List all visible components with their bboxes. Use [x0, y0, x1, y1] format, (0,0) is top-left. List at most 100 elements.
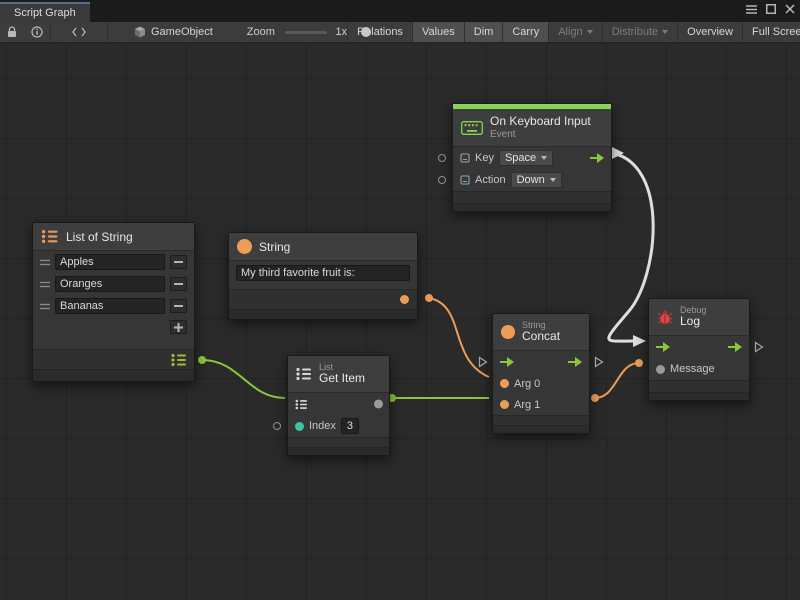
- remove-item-button[interactable]: [170, 277, 187, 291]
- node-title: Get Item: [319, 372, 365, 386]
- graph-canvas[interactable]: On Keyboard Input Event Key Space Action: [0, 43, 800, 600]
- gameobject-label: GameObject: [151, 26, 213, 38]
- keycap-icon: [460, 153, 470, 163]
- chevron-down-icon: [662, 30, 668, 34]
- node-get-item[interactable]: List Get Item Index: [287, 355, 390, 456]
- tab-script-graph[interactable]: Script Graph: [0, 2, 90, 22]
- flow-row: [493, 351, 589, 373]
- add-item-row: [33, 317, 194, 337]
- arg1-label: Arg 1: [514, 399, 540, 411]
- list-input-row: [288, 393, 389, 415]
- message-label: Message: [670, 363, 715, 375]
- arg0-label: Arg 0: [514, 378, 540, 390]
- key-input-port[interactable]: [438, 154, 446, 162]
- node-on-keyboard-input[interactable]: On Keyboard Input Event Key Space Action: [452, 103, 612, 212]
- node-string-literal[interactable]: String: [228, 232, 418, 320]
- list-icon: [296, 367, 312, 381]
- node-concat[interactable]: String Concat Arg 0 Arg 1: [492, 313, 590, 434]
- window-menu-icon[interactable]: [746, 5, 757, 14]
- list-item-input[interactable]: [55, 276, 165, 292]
- list-item-row: [33, 251, 194, 273]
- node-title: Log: [680, 315, 707, 329]
- action-input-port[interactable]: [438, 176, 446, 184]
- node-title: Concat: [522, 330, 560, 344]
- node-subtitle: Event: [490, 129, 591, 141]
- list-input-port[interactable]: [295, 399, 308, 410]
- node-debug-log[interactable]: Debug Log Message: [648, 298, 750, 401]
- action-label: Action: [475, 174, 506, 186]
- values-toggle[interactable]: Values: [412, 22, 464, 43]
- lock-button[interactable]: [0, 22, 24, 43]
- string-type-icon: [501, 325, 515, 339]
- action-row: Action Down: [453, 169, 611, 191]
- keyboard-icon: [461, 121, 483, 135]
- zoom-slider[interactable]: [285, 31, 328, 34]
- int-port-dot[interactable]: [295, 422, 304, 431]
- chevron-down-icon: [587, 30, 593, 34]
- align-dropdown[interactable]: Align: [548, 22, 601, 43]
- index-label: Index: [309, 420, 336, 432]
- index-row: Index: [288, 415, 389, 437]
- list-item-input[interactable]: [55, 254, 165, 270]
- code-view-button[interactable]: [65, 22, 93, 43]
- drag-handle-icon[interactable]: [40, 303, 50, 310]
- bug-icon: [657, 309, 673, 325]
- string-type-icon: [237, 239, 252, 254]
- overview-button[interactable]: Overview: [677, 22, 742, 43]
- tab-title: Script Graph: [14, 7, 76, 19]
- info-button[interactable]: [24, 22, 50, 43]
- zoom-slider-handle[interactable]: [361, 27, 371, 37]
- arg1-input-port[interactable]: [500, 400, 509, 409]
- key-dropdown[interactable]: Space: [499, 150, 553, 166]
- trigger-output-port[interactable]: [590, 153, 605, 163]
- node-title: String: [259, 240, 290, 254]
- string-output-port[interactable]: [400, 295, 409, 304]
- wire-end-arrow: [633, 335, 646, 347]
- remove-item-button[interactable]: [170, 255, 187, 269]
- dim-toggle[interactable]: Dim: [464, 22, 503, 43]
- remove-item-button[interactable]: [170, 299, 187, 313]
- add-item-button[interactable]: [170, 320, 187, 334]
- graph-toolbar: GameObject Zoom 1x Relations Values Dim …: [0, 22, 800, 43]
- list-item-input[interactable]: [55, 298, 165, 314]
- unity-cube-icon: [134, 26, 146, 38]
- arg1-row: Arg 1: [493, 394, 589, 415]
- flow-out-icon[interactable]: [728, 342, 743, 352]
- zoom-value: 1x: [335, 26, 347, 38]
- index-input-port[interactable]: [273, 422, 281, 430]
- arg0-row: Arg 0: [493, 373, 589, 394]
- window-maximize-icon[interactable]: [766, 4, 776, 14]
- key-row: Key Space: [453, 147, 611, 169]
- message-input-port[interactable]: [656, 365, 665, 374]
- chevron-down-icon: [541, 156, 547, 160]
- control-output-port[interactable]: [754, 341, 764, 353]
- arg0-input-port[interactable]: [500, 379, 509, 388]
- message-row: Message: [649, 358, 749, 380]
- drag-handle-icon[interactable]: [40, 281, 50, 288]
- window-close-icon[interactable]: [785, 4, 795, 14]
- node-title: On Keyboard Input: [490, 115, 591, 129]
- node-list-of-string[interactable]: List of String: [32, 222, 195, 382]
- action-dropdown[interactable]: Down: [511, 172, 562, 188]
- flow-in-icon[interactable]: [656, 342, 671, 352]
- keycap-icon: [460, 175, 470, 185]
- wire-concat-to-log-message: [595, 363, 639, 398]
- carry-toggle[interactable]: Carry: [502, 22, 548, 43]
- control-input-port[interactable]: [478, 356, 488, 368]
- list-item-row: [33, 295, 194, 317]
- node-title: List of String: [66, 230, 133, 244]
- list-icon: [41, 229, 59, 244]
- string-value-input[interactable]: [236, 265, 410, 281]
- relations-toggle[interactable]: Relations: [347, 22, 412, 43]
- fullscreen-button[interactable]: Full Screen: [742, 22, 800, 43]
- gameobject-reference[interactable]: GameObject: [126, 22, 221, 43]
- list-output-port[interactable]: [171, 353, 187, 367]
- index-input[interactable]: [341, 418, 359, 434]
- wire-list-to-getitem: [202, 360, 285, 398]
- flow-out-icon[interactable]: [568, 357, 583, 367]
- item-output-port[interactable]: [374, 400, 383, 409]
- control-output-port[interactable]: [594, 356, 604, 368]
- distribute-dropdown[interactable]: Distribute: [602, 22, 677, 43]
- drag-handle-icon[interactable]: [40, 259, 50, 266]
- flow-in-icon[interactable]: [500, 357, 515, 367]
